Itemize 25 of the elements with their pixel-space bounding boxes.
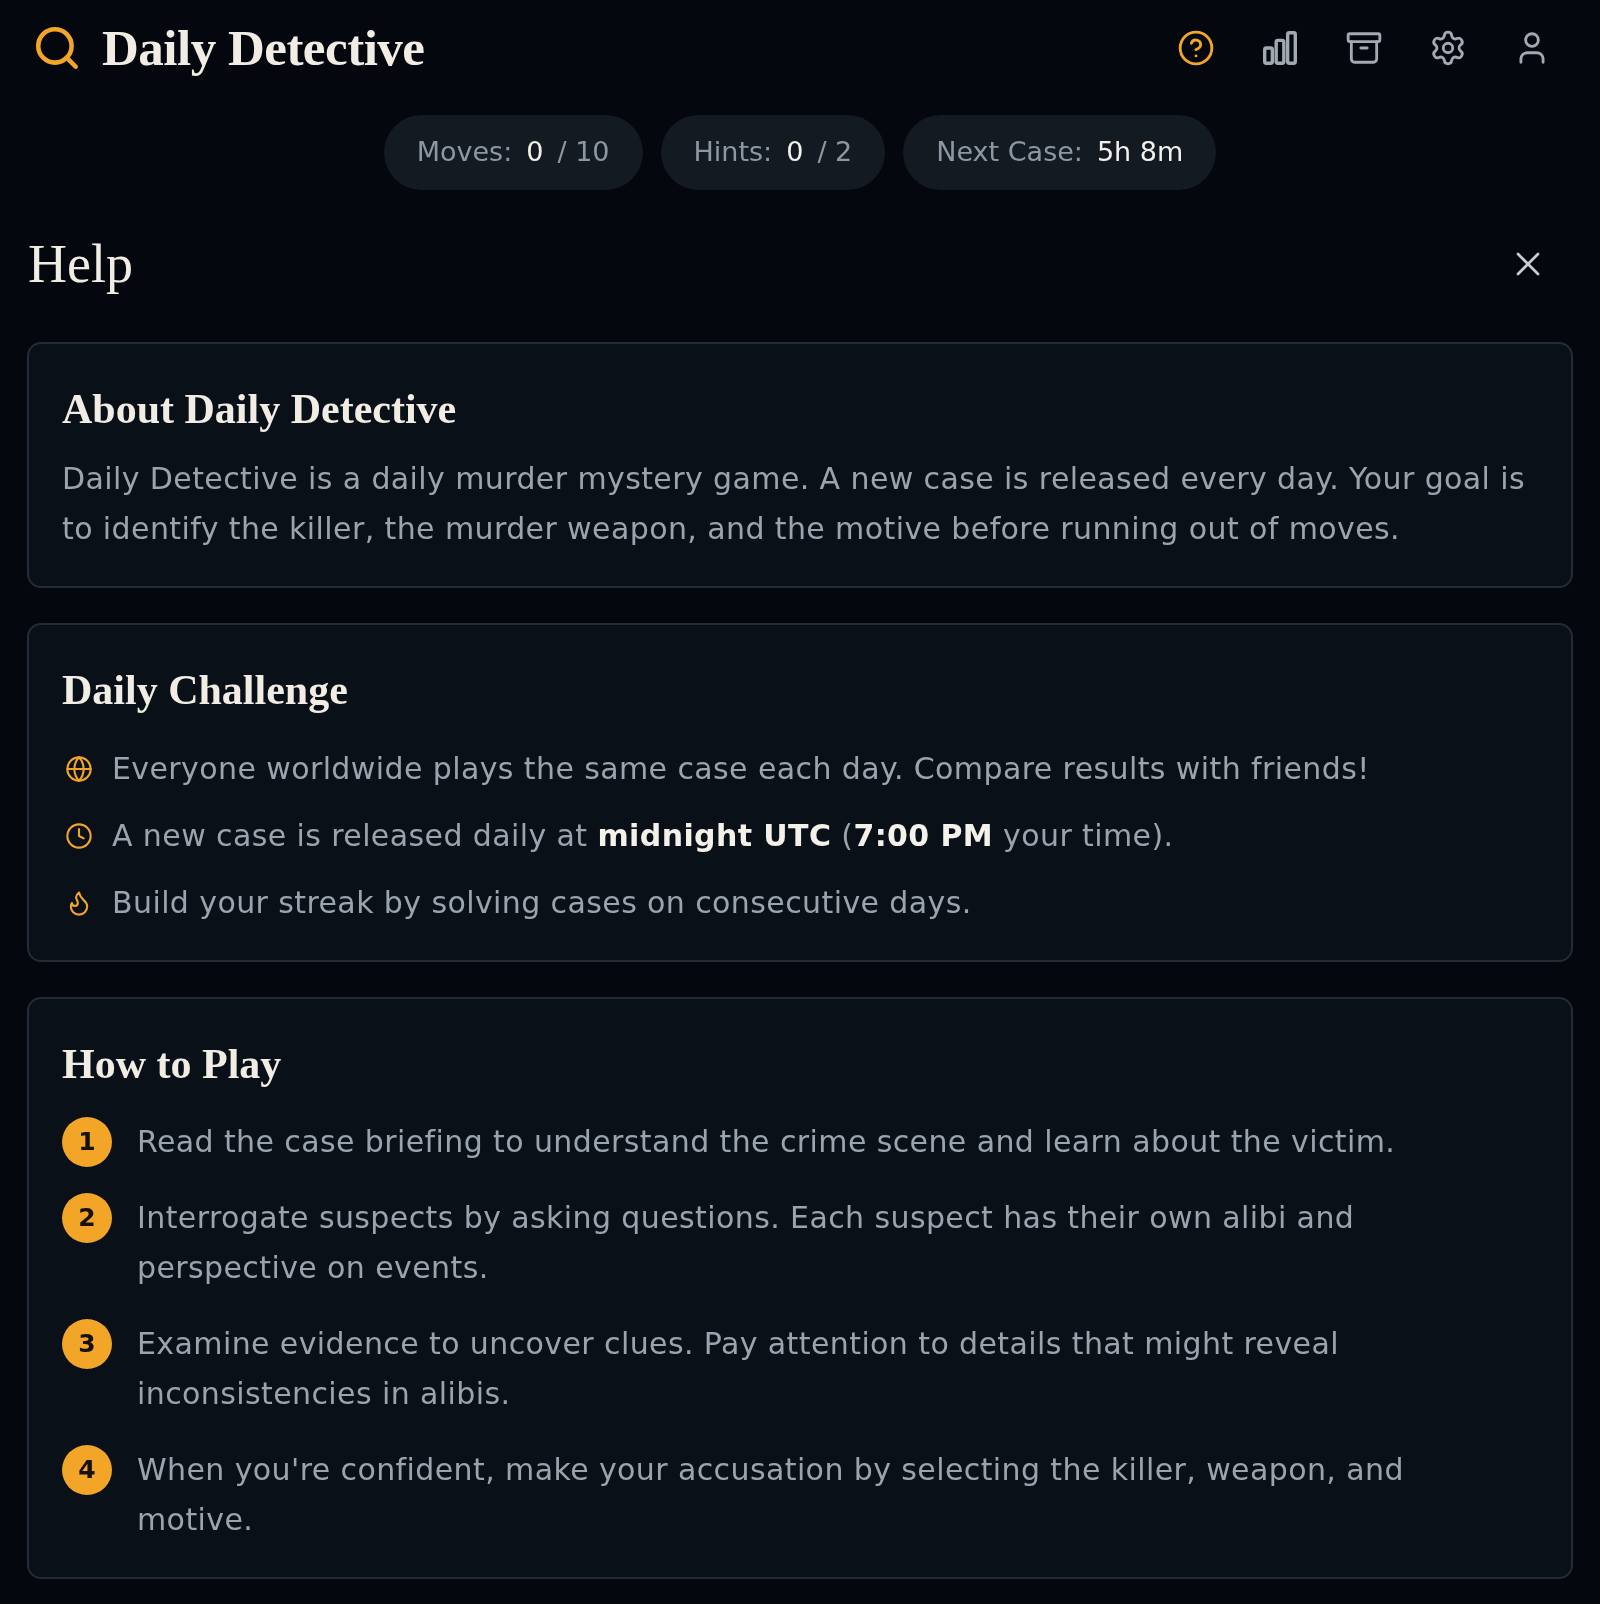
section-heading: Daily Challenge (62, 666, 349, 715)
stat-pill: Next Case: 5h 8m (903, 115, 1217, 190)
settings-icon (1429, 29, 1467, 67)
bar-chart-icon (1263, 31, 1297, 65)
section-heading: About Daily Detective (62, 385, 458, 434)
clock-icon (65, 822, 93, 850)
help-icon (1177, 29, 1215, 67)
step-text: When you're confident, make your accusation by selecting the killer, weapon, and motive. (137, 1451, 1405, 1539)
step-number: 3 (62, 1319, 112, 1369)
section-paragraph: Daily Detective is a daily murder mystery game. A new case is released every day. Your goal is to identify the killer, the murder weapon, and the motive before running out of moves. (62, 460, 1527, 548)
globe-icon (65, 755, 93, 783)
stat-pill: Hints: 0 / 2 (660, 115, 886, 190)
section-heading: How to Play (62, 1040, 283, 1089)
app-title: Daily Detective (102, 22, 425, 74)
challenge-text: A new case is released daily at midnight UTC (7:00 PM your time). (112, 817, 1174, 855)
step-number: 4 (62, 1445, 112, 1495)
stat-pill: Moves: 0 / 10 (383, 115, 643, 190)
challenge-text: Everyone worldwide plays the same case each day. Compare results with friends! (112, 750, 1370, 788)
step-text: Examine evidence to uncover clues. Pay attention to details that might reveal inconsistencies in alibis. (137, 1325, 1340, 1413)
archive-icon (1345, 29, 1383, 67)
step-text: Interrogate suspects by asking questions. Each suspect has their own alibi and perspective on events. (137, 1199, 1356, 1287)
step-text: Read the case briefing to understand the crime scene and learn about the victim. (137, 1123, 1396, 1161)
step-number: 2 (62, 1193, 112, 1243)
step-number: 1 (62, 1117, 112, 1167)
challenge-text: Build your streak by solving cases on consecutive days. (112, 884, 972, 922)
